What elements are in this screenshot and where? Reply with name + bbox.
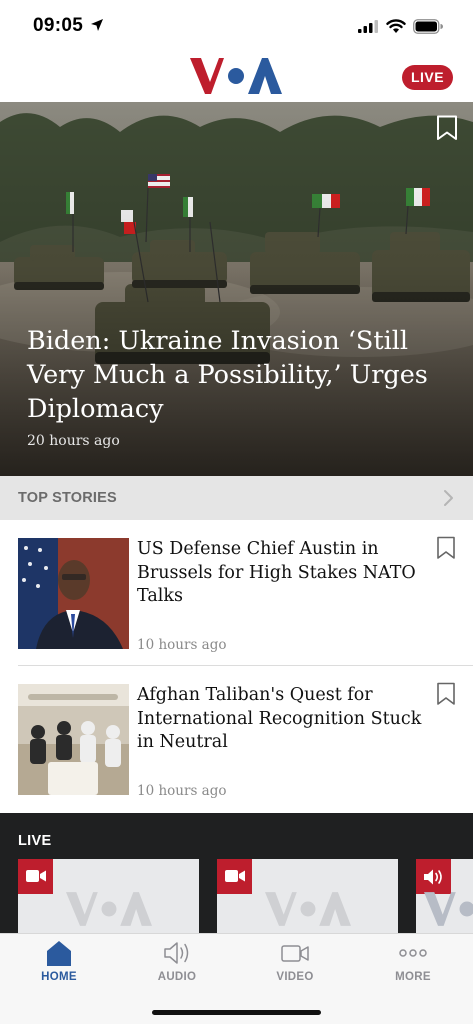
voa-logo: [265, 892, 351, 926]
voa-logo[interactable]: [190, 56, 282, 96]
tab-label: HOME: [41, 971, 77, 983]
hero-story[interactable]: Biden: Ukraine Invasion ‘Still Very Much…: [0, 102, 473, 476]
cellular-signal-icon: [358, 20, 378, 33]
video-camera-icon: [281, 945, 309, 962]
more-dots-icon: [399, 949, 427, 957]
tab-label: VIDEO: [276, 971, 314, 983]
hero-headline[interactable]: Biden: Ukraine Invasion ‘Still Very Much…: [27, 324, 457, 426]
status-time: 09:05: [33, 15, 84, 36]
story-item[interactable]: Afghan Taliban's Quest for International…: [0, 666, 473, 812]
home-icon: [47, 941, 71, 966]
video-camera-icon: [217, 859, 252, 894]
voa-logo: [424, 892, 473, 926]
bookmark-icon[interactable]: [436, 536, 456, 560]
live-section-label: LIVE: [18, 833, 52, 849]
bookmark-icon[interactable]: [436, 682, 456, 706]
top-stories-header[interactable]: TOP STORIES: [0, 476, 473, 520]
story-headline[interactable]: Afghan Taliban's Quest for International…: [137, 684, 435, 755]
home-indicator[interactable]: [152, 1010, 321, 1015]
tab-bar: HOME AUDIO VIDEO MORE: [0, 933, 473, 1024]
live-section: LIVE: [0, 813, 473, 933]
hero-timestamp: 20 hours ago: [27, 433, 120, 449]
tab-video[interactable]: VIDEO: [236, 934, 354, 994]
speaker-icon: [164, 942, 189, 964]
tab-label: MORE: [395, 971, 431, 983]
battery-icon: [413, 19, 443, 34]
tab-home[interactable]: HOME: [0, 934, 118, 994]
voa-logo: [66, 892, 152, 926]
tab-audio[interactable]: AUDIO: [118, 934, 236, 994]
live-button[interactable]: LIVE: [402, 65, 453, 90]
hero-bookmark-icon[interactable]: [436, 115, 458, 141]
story-item[interactable]: US Defense Chief Austin in Brussels for …: [0, 520, 473, 666]
live-card[interactable]: [416, 859, 473, 933]
tab-label: AUDIO: [157, 971, 197, 983]
story-headline[interactable]: US Defense Chief Austin in Brussels for …: [137, 538, 435, 609]
app-header: LIVE: [0, 52, 473, 102]
status-bar: 09:05: [0, 0, 473, 52]
location-arrow-icon: [91, 19, 103, 31]
live-card[interactable]: [217, 859, 398, 933]
story-thumbnail: [18, 684, 129, 795]
wifi-icon: [386, 19, 406, 33]
live-card[interactable]: [18, 859, 199, 933]
tab-more[interactable]: MORE: [354, 934, 472, 994]
story-timestamp: 10 hours ago: [137, 783, 227, 799]
chevron-right-icon: [444, 490, 453, 506]
story-thumbnail: [18, 538, 129, 649]
story-timestamp: 10 hours ago: [137, 637, 227, 653]
section-title: TOP STORIES: [18, 490, 117, 506]
video-camera-icon: [18, 859, 53, 894]
